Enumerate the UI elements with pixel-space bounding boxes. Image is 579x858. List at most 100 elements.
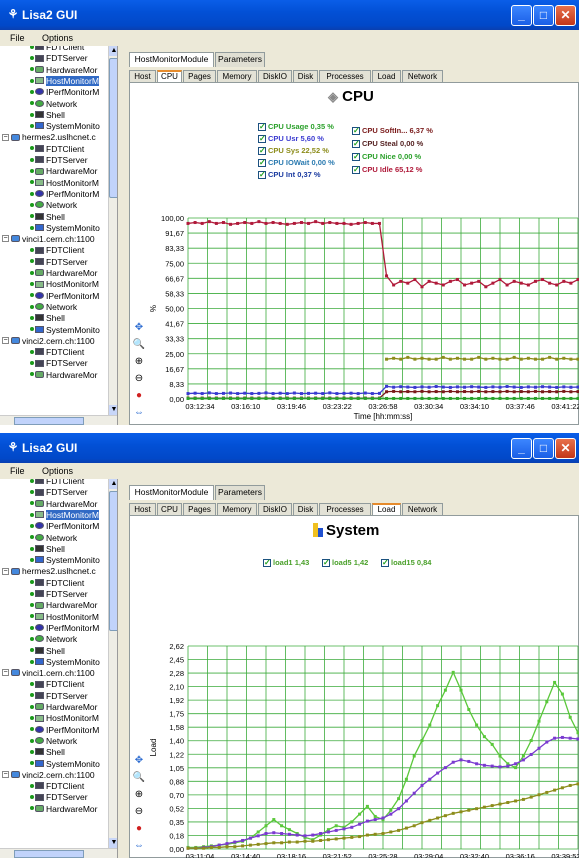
tree-module-node[interactable]: FDTServer — [0, 153, 115, 165]
tree-module-node[interactable]: IPerfMonitorM — [0, 187, 115, 199]
tree-host-node[interactable]: − vinci1.cern.ch:1100 — [0, 666, 115, 678]
reset-arrows-icon[interactable]: ⇔ — [132, 406, 146, 420]
tree-module-node[interactable]: Shell — [0, 745, 115, 757]
pan-icon[interactable]: ✥ — [132, 321, 146, 335]
menu-options[interactable]: Options — [42, 466, 73, 476]
zoom-icon[interactable]: 🔍 — [132, 338, 146, 352]
menu-file[interactable]: File — [10, 466, 25, 476]
tab-hostmonitormodule[interactable]: HostMonitorModule — [129, 485, 214, 500]
subtab-memory[interactable]: Memory — [217, 503, 257, 515]
scroll-down-arrow-icon[interactable]: ▼ — [109, 838, 117, 848]
tree-module-node[interactable]: FDTServer — [0, 790, 115, 802]
maximize-button[interactable]: □ — [533, 438, 554, 459]
menu-options[interactable]: Options — [42, 33, 73, 43]
subtab-memory[interactable]: Memory — [217, 70, 257, 82]
tree-module-node[interactable]: Shell — [0, 311, 115, 323]
maximize-button[interactable]: □ — [533, 5, 554, 26]
tree-module-node[interactable]: Network — [0, 734, 115, 746]
tree-module-node[interactable]: Network — [0, 198, 115, 210]
collapse-icon[interactable]: − — [2, 771, 9, 779]
tree-module-node[interactable]: HostMonitorM — [0, 277, 115, 289]
tree-module-node[interactable]: FDTServer — [0, 485, 115, 497]
subtab-cpu[interactable]: CPU — [157, 70, 182, 82]
zoom-in-icon[interactable]: ⊕ — [132, 788, 146, 802]
subtab-diskio[interactable]: DiskIO — [258, 70, 292, 82]
tree-module-node[interactable]: Shell — [0, 108, 115, 120]
tree-module-node[interactable]: SystemMonito — [0, 323, 115, 335]
close-button[interactable]: ✕ — [555, 438, 576, 459]
subtab-processes[interactable]: Processes — [319, 70, 371, 82]
scroll-up-arrow-icon[interactable]: ▲ — [109, 479, 117, 489]
subtab-disk[interactable]: Disk — [293, 503, 318, 515]
subtab-pages[interactable]: Pages — [183, 503, 216, 515]
subtab-disk[interactable]: Disk — [293, 70, 318, 82]
tree-module-node[interactable]: FDTClient — [0, 576, 115, 588]
tree-module-node[interactable]: FDTClient — [0, 345, 115, 357]
zoom-icon[interactable]: 🔍 — [132, 771, 146, 785]
hscroll-thumb[interactable] — [14, 417, 84, 425]
collapse-icon[interactable]: − — [2, 669, 9, 677]
tree-module-node[interactable]: SystemMonito — [0, 553, 115, 565]
subtab-host[interactable]: Host — [129, 503, 156, 515]
tree-module-node[interactable]: FDTClient — [0, 779, 115, 791]
tree-module-node[interactable]: HardwareMor — [0, 164, 115, 176]
tree-module-node[interactable]: HardwareMor — [0, 266, 115, 278]
tree-module-node[interactable]: HardwareMor — [0, 63, 115, 75]
tree-module-node[interactable]: FDTServer — [0, 689, 115, 701]
hscroll-thumb[interactable] — [14, 850, 84, 858]
tree-host-node[interactable]: − vinci2.cern.ch:1100 — [0, 334, 115, 346]
tree-module-node[interactable]: HardwareMor — [0, 700, 115, 712]
tree-module-node[interactable]: HostMonitorM — [0, 508, 115, 520]
tree-module-node[interactable]: SystemMonito — [0, 757, 115, 769]
tree-module-node[interactable]: FDTClient — [0, 243, 115, 255]
collapse-icon[interactable]: − — [2, 133, 9, 141]
tree-host-node[interactable]: − hermes2.uslhcnet.c — [0, 564, 115, 576]
tree-module-node[interactable]: Shell — [0, 542, 115, 554]
collapse-icon[interactable]: − — [2, 235, 9, 243]
tree-module-node[interactable]: HardwareMor — [0, 802, 115, 814]
tree-module-node[interactable]: Network — [0, 632, 115, 644]
zoom-out-icon[interactable]: ⊖ — [132, 372, 146, 386]
subtab-load[interactable]: Load — [372, 503, 401, 515]
tree-vertical-scrollbar[interactable]: ▲ ▼ — [108, 46, 117, 415]
zoom-in-icon[interactable]: ⊕ — [132, 355, 146, 369]
tree-module-node[interactable]: HostMonitorM — [0, 176, 115, 188]
tab-hostmonitormodule[interactable]: HostMonitorModule — [129, 52, 214, 67]
menu-file[interactable]: File — [10, 33, 25, 43]
tree-module-node[interactable]: SystemMonito — [0, 655, 115, 667]
subtab-network[interactable]: Network — [402, 503, 443, 515]
scroll-thumb[interactable] — [109, 491, 117, 631]
tree-module-node[interactable]: FDTServer — [0, 356, 115, 368]
subtab-diskio[interactable]: DiskIO — [258, 503, 292, 515]
tree-horizontal-scrollbar[interactable] — [0, 848, 117, 858]
tree-module-node[interactable]: Network — [0, 531, 115, 543]
minimize-button[interactable]: _ — [511, 5, 532, 26]
subtab-processes[interactable]: Processes — [319, 503, 371, 515]
tree-module-node[interactable]: HardwareMor — [0, 368, 115, 380]
subtab-host[interactable]: Host — [129, 70, 156, 82]
tree-module-node[interactable]: IPerfMonitorM — [0, 519, 115, 531]
subtab-network[interactable]: Network — [402, 70, 443, 82]
tree-module-node[interactable]: IPerfMonitorM — [0, 723, 115, 735]
tree-module-node[interactable]: HostMonitorM — [0, 74, 115, 86]
tree-host-node[interactable]: − hermes2.uslhcnet.c — [0, 130, 115, 142]
tree-horizontal-scrollbar[interactable] — [0, 415, 117, 425]
tree-module-node[interactable]: HardwareMor — [0, 497, 115, 509]
collapse-icon[interactable]: − — [2, 567, 9, 575]
tree-module-node[interactable]: IPerfMonitorM — [0, 621, 115, 633]
subtab-pages[interactable]: Pages — [183, 70, 216, 82]
subtab-cpu[interactable]: CPU — [157, 503, 182, 515]
tree-module-node[interactable]: IPerfMonitorM — [0, 289, 115, 301]
close-button[interactable]: ✕ — [555, 5, 576, 26]
tab-parameters[interactable]: Parameters — [215, 52, 265, 67]
scroll-thumb[interactable] — [109, 58, 117, 198]
zoom-out-icon[interactable]: ⊖ — [132, 805, 146, 819]
tree-module-node[interactable]: FDTServer — [0, 587, 115, 599]
tree-host-node[interactable]: − vinci2.cern.ch:1100 — [0, 768, 115, 780]
minimize-button[interactable]: _ — [511, 438, 532, 459]
tree-module-node[interactable]: HostMonitorM — [0, 610, 115, 622]
tree-module-node[interactable]: HostMonitorM — [0, 711, 115, 723]
tree-module-node[interactable]: FDTClient — [0, 677, 115, 689]
scroll-down-arrow-icon[interactable]: ▼ — [109, 405, 117, 415]
tree-module-node[interactable]: Shell — [0, 644, 115, 656]
